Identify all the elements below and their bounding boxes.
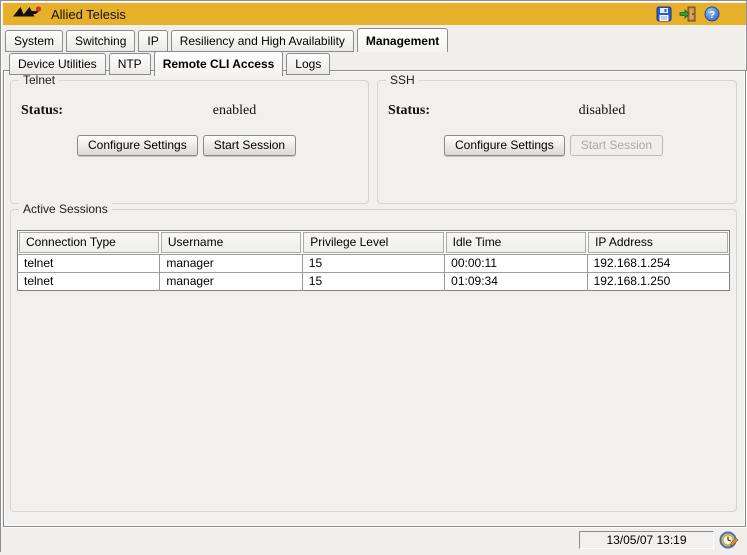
- column-header-label: IP Address: [588, 232, 728, 253]
- tab-label: Logs: [295, 57, 321, 71]
- tab-logs[interactable]: Logs: [286, 53, 330, 75]
- titlebar: Allied Telesis: [3, 3, 746, 25]
- column-header-label: Connection Type: [19, 232, 159, 253]
- tab-device-utilities[interactable]: Device Utilities: [9, 53, 106, 75]
- ssh-groupbox-title: SSH: [386, 73, 419, 87]
- column-header-username[interactable]: Username: [160, 231, 302, 255]
- ssh-configure-settings-button[interactable]: Configure Settings: [444, 135, 565, 156]
- clock-icon[interactable]: [719, 530, 739, 555]
- tab-label: Resiliency and High Availability: [180, 34, 345, 48]
- tab-label: Switching: [75, 34, 126, 48]
- cell-privilege-level: 15: [302, 273, 444, 291]
- telnet-groupbox: Telnet Status: enabled Configure Setting…: [10, 80, 369, 204]
- column-header-connection-type[interactable]: Connection Type: [18, 231, 160, 255]
- logout-door-icon[interactable]: [679, 6, 697, 22]
- tab-resiliency-and-high-availability[interactable]: Resiliency and High Availability: [171, 30, 354, 52]
- secondary-tab-strip: Device Utilities NTP Remote CLI Access L…: [9, 51, 333, 75]
- tab-label: IP: [147, 34, 158, 48]
- telnet-start-session-button[interactable]: Start Session: [203, 135, 296, 156]
- cell-idle-time: 00:00:11: [445, 255, 587, 273]
- datetime-display: 13/05/07 13:19: [579, 531, 714, 549]
- content-pane: Telnet Status: enabled Configure Setting…: [3, 70, 746, 527]
- table-row[interactable]: telnet manager 15 00:00:11 192.168.1.254: [18, 255, 730, 273]
- active-sessions-groupbox: Active Sessions Connection Type Username…: [10, 209, 737, 512]
- primary-tab-strip: System Switching IP Resiliency and High …: [5, 28, 451, 52]
- tab-ntp[interactable]: NTP: [109, 53, 151, 75]
- cell-privilege-level: 15: [302, 255, 444, 273]
- telnet-status-label: Status:: [21, 103, 101, 119]
- ssh-start-session-button: Start Session: [570, 135, 663, 156]
- tab-label: System: [14, 34, 54, 48]
- tab-label: Remote CLI Access: [163, 57, 275, 71]
- column-header-label: Privilege Level: [303, 232, 443, 253]
- column-header-privilege-level[interactable]: Privilege Level: [302, 231, 444, 255]
- help-icon[interactable]: ?: [704, 6, 720, 22]
- cell-connection-type: telnet: [18, 255, 160, 273]
- ssh-status-label: Status:: [388, 103, 468, 119]
- cell-ip-address: 192.168.1.254: [587, 255, 729, 273]
- allied-telesis-logo-icon: [13, 5, 43, 24]
- ssh-status-value: disabled: [468, 103, 736, 119]
- tab-remote-cli-access[interactable]: Remote CLI Access: [154, 51, 284, 76]
- cell-username: manager: [160, 255, 302, 273]
- tab-system[interactable]: System: [5, 30, 63, 52]
- tab-label: Device Utilities: [18, 57, 97, 71]
- cell-ip-address: 192.168.1.250: [587, 273, 729, 291]
- column-header-label: Username: [161, 232, 301, 253]
- table-header-row: Connection Type Username Privilege Level…: [18, 231, 730, 255]
- tab-label: NTP: [118, 57, 142, 71]
- column-header-idle-time[interactable]: Idle Time: [445, 231, 587, 255]
- tab-ip[interactable]: IP: [138, 30, 167, 52]
- tab-management[interactable]: Management: [357, 28, 448, 52]
- telnet-configure-settings-button[interactable]: Configure Settings: [77, 135, 198, 156]
- column-header-label: Idle Time: [446, 232, 586, 253]
- tab-label: Management: [366, 34, 439, 48]
- active-sessions-table: Connection Type Username Privilege Level…: [17, 230, 730, 291]
- telnet-groupbox-title: Telnet: [19, 73, 59, 87]
- column-header-ip-address[interactable]: IP Address: [587, 231, 729, 255]
- window-title: Allied Telesis: [51, 7, 656, 22]
- cell-idle-time: 01:09:34: [445, 273, 587, 291]
- app-window: { "titlebar": { "title": "Allied Telesis…: [0, 0, 747, 552]
- svg-text:?: ?: [709, 10, 715, 21]
- table-row[interactable]: telnet manager 15 01:09:34 192.168.1.250: [18, 273, 730, 291]
- save-icon[interactable]: [656, 6, 672, 22]
- active-sessions-groupbox-title: Active Sessions: [19, 202, 112, 216]
- ssh-groupbox: SSH Status: disabled Configure Settings …: [377, 80, 737, 204]
- telnet-status-value: enabled: [101, 103, 368, 119]
- status-bar: 13/05/07 13:19: [1, 528, 747, 553]
- tab-switching[interactable]: Switching: [66, 30, 135, 52]
- cell-connection-type: telnet: [18, 273, 160, 291]
- cell-username: manager: [160, 273, 302, 291]
